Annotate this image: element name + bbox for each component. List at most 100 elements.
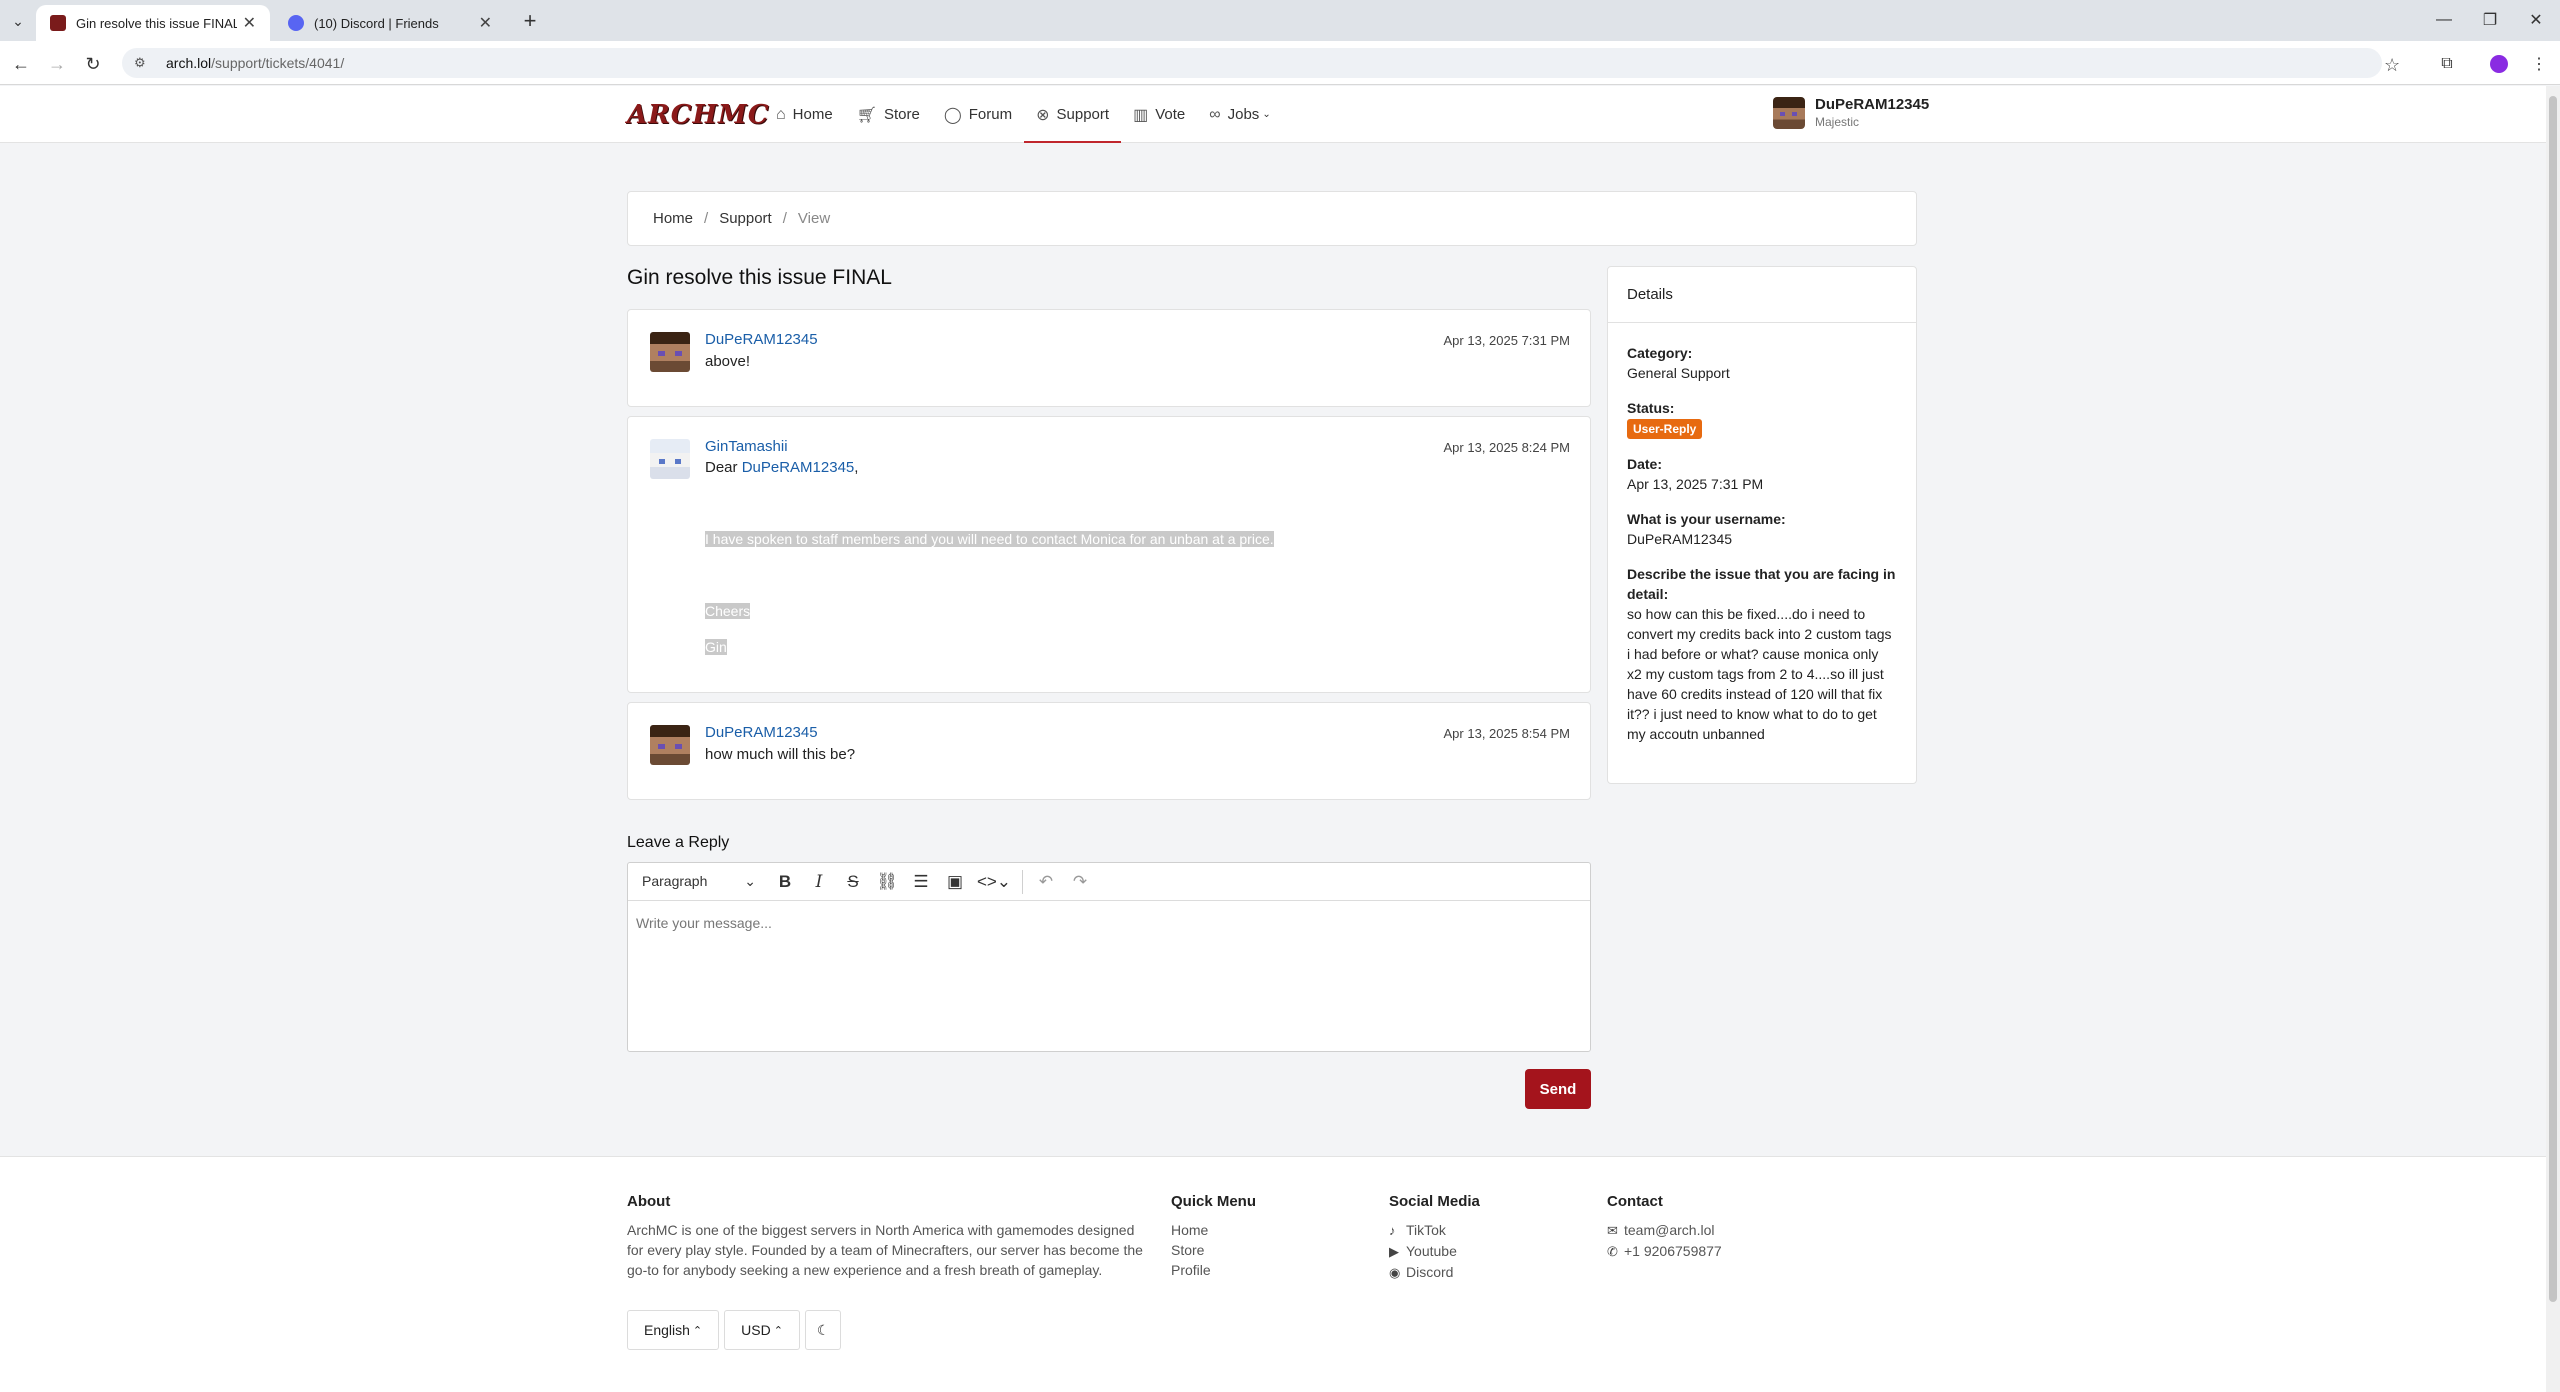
paragraph-select[interactable]: Paragraph ⌄ <box>642 873 768 890</box>
extensions-icon[interactable]: ⧉ <box>2434 51 2460 77</box>
editor-toolbar: Paragraph ⌄ B I S ⛓ ☰ ▣ <>⌄ ↶ ↷ <box>628 863 1590 901</box>
social-label: Discord <box>1406 1264 1454 1280</box>
footer-heading: Contact <box>1607 1193 1663 1210</box>
send-button[interactable]: Send <box>1525 1069 1591 1109</box>
strikethrough-icon[interactable]: S <box>836 872 870 892</box>
site-info-icon[interactable]: ⚙ <box>134 55 156 71</box>
undo-icon[interactable]: ↶ <box>1029 872 1063 892</box>
footer-heading: About <box>627 1193 671 1210</box>
reload-icon[interactable]: ↻ <box>78 49 108 79</box>
message-input[interactable]: Write your message... <box>628 901 1590 945</box>
avatar[interactable] <box>650 725 690 765</box>
scrollbar-thumb[interactable] <box>2549 96 2557 1302</box>
browser-toolbar: ← → ↻ ⚙ arch.lol/support/tickets/4041/ ☆… <box>0 41 2560 85</box>
contact-phone[interactable]: ✆ +1 9206759877 <box>1607 1241 1722 1262</box>
image-icon[interactable]: ▣ <box>938 872 972 892</box>
chevron-up-icon: ⌃ <box>692 1324 703 1337</box>
breadcrumb-home[interactable]: Home <box>653 210 693 227</box>
issue-value: so how can this be fixed....do i need to… <box>1627 606 1892 742</box>
reply-editor: Paragraph ⌄ B I S ⛓ ☰ ▣ <>⌄ ↶ ↷ Write you… <box>627 862 1591 1052</box>
url-path: /support/tickets/4041/ <box>211 55 345 71</box>
menu-dots-icon[interactable]: ⋮ <box>2526 51 2552 77</box>
message-author[interactable]: DuPeRAM12345 <box>705 724 818 741</box>
greeting-end: , <box>854 459 859 476</box>
status-badge: User-Reply <box>1627 419 1703 439</box>
site-logo[interactable]: ARCHMC <box>627 100 770 130</box>
site-footer: About ArchMC is one of the biggest serve… <box>0 1156 2546 1392</box>
forward-icon[interactable]: → <box>42 49 72 79</box>
dark-mode-toggle[interactable]: ☾ <box>804 1310 842 1350</box>
footer-controls: English ⌃ USD ⌃ ☾ <box>627 1310 846 1350</box>
message-body: how much will this be? <box>705 746 856 763</box>
footer-link-home[interactable]: Home <box>1171 1220 1256 1240</box>
language-select[interactable]: English ⌃ <box>627 1310 720 1350</box>
chevron-down-icon: ⌄ <box>1262 109 1271 120</box>
avatar[interactable] <box>650 439 690 479</box>
user-mention[interactable]: DuPeRAM12345 <box>742 459 855 476</box>
footer-link-store[interactable]: Store <box>1171 1240 1256 1260</box>
breadcrumb-support[interactable]: Support <box>719 210 772 227</box>
message-line: Cheers <box>705 601 751 621</box>
message-body: above! <box>705 353 751 370</box>
page: ARCHMC ⌂ Home 🛒︎ Store ◯ Forum ⊗ Support ▥ Vo… <box>0 86 2546 1392</box>
browser-tab-active[interactable]: Gin resolve this issue FINAL - A ✕ <box>36 5 270 41</box>
message-date: Apr 13, 2025 8:24 PM <box>1443 440 1570 455</box>
bookmark-star-icon[interactable]: ☆ <box>2384 55 2400 76</box>
restore-icon[interactable]: ❐ <box>2466 6 2514 34</box>
nav-forum[interactable]: ◯ Forum <box>932 86 1024 143</box>
ticket-message: GinTamashii Apr 13, 2025 8:24 PM Dear Du… <box>627 416 1591 693</box>
archmc-favicon-icon <box>50 15 66 31</box>
bold-icon[interactable]: B <box>768 872 802 892</box>
message-author[interactable]: DuPeRAM12345 <box>705 331 818 348</box>
address-bar[interactable]: ⚙ arch.lol/support/tickets/4041/ <box>122 48 2382 78</box>
nav-support[interactable]: ⊗ Support <box>1024 86 1122 143</box>
greeting: Dear <box>705 459 738 476</box>
nav-jobs[interactable]: ∞ Jobs ⌄ <box>1197 86 1282 143</box>
nav-label: Jobs <box>1227 106 1260 123</box>
tab-title: (10) Discord | Friends <box>314 15 439 31</box>
ticket-details: Details Category: General Support Status… <box>1607 266 1917 784</box>
footer-link-tiktok[interactable]: ♪ TikTok <box>1389 1220 1480 1241</box>
contact-email[interactable]: ✉ team@arch.lol <box>1607 1220 1722 1241</box>
nav-home[interactable]: ⌂ Home <box>764 86 845 143</box>
close-tab-icon[interactable]: ✕ <box>243 13 256 33</box>
code-icon[interactable]: <>⌄ <box>972 872 1016 892</box>
bullet-list-icon[interactable]: ☰ <box>904 872 938 892</box>
link-icon: ∞ <box>1209 105 1221 123</box>
discord-favicon-icon <box>288 15 304 31</box>
back-icon[interactable]: ← <box>6 49 36 79</box>
username-value: DuPeRAM12345 <box>1627 531 1733 547</box>
redo-icon[interactable]: ↷ <box>1063 872 1097 892</box>
close-tab-icon[interactable]: ✕ <box>479 13 492 33</box>
moon-icon: ☾ <box>816 1321 830 1338</box>
avatar[interactable] <box>650 332 690 372</box>
footer-link-profile[interactable]: Profile <box>1171 1260 1256 1280</box>
tab-title: Gin resolve this issue FINAL - A <box>76 15 237 31</box>
toolbar-divider <box>1022 869 1023 894</box>
page-title: Gin resolve this issue FINAL <box>627 266 892 289</box>
close-window-icon[interactable]: ✕ <box>2512 6 2560 34</box>
nav-vote[interactable]: ▥ Vote <box>1121 86 1197 143</box>
user-menu[interactable]: DuPeRAM12345 Majestic <box>1773 96 1929 129</box>
main-nav: ⌂ Home 🛒︎ Store ◯ Forum ⊗ Support ▥ Vote ∞ Job… <box>764 86 1283 143</box>
new-tab-icon[interactable]: + <box>516 7 544 35</box>
footer-link-discord[interactable]: ◉ Discord <box>1389 1262 1480 1283</box>
cart-icon: 🛒︎ <box>856 106 877 124</box>
italic-icon[interactable]: I <box>802 872 836 892</box>
minimize-icon[interactable]: — <box>2420 6 2468 34</box>
link-icon[interactable]: ⛓ <box>870 872 904 892</box>
footer-link-youtube[interactable]: ▶ Youtube <box>1389 1241 1480 1262</box>
social-label: TikTok <box>1406 1222 1446 1238</box>
message-date: Apr 13, 2025 7:31 PM <box>1443 333 1570 348</box>
details-heading: Details <box>1608 267 1916 323</box>
site-header: ARCHMC ⌂ Home 🛒︎ Store ◯ Forum ⊗ Support ▥ Vo… <box>0 86 2546 143</box>
browser-tab-discord[interactable]: (10) Discord | Friends ✕ <box>274 5 506 41</box>
language-value: English <box>644 1322 690 1338</box>
nav-store[interactable]: 🛒︎ Store <box>845 86 932 143</box>
support-icon: ⊗ <box>1036 106 1050 124</box>
profile-icon[interactable] <box>2486 51 2512 77</box>
message-author[interactable]: GinTamashii <box>705 438 788 455</box>
tab-search-icon[interactable]: ⌄ <box>5 8 31 34</box>
breadcrumb: Home / Support / View <box>627 191 1917 246</box>
currency-select[interactable]: USD ⌃ <box>724 1310 800 1350</box>
